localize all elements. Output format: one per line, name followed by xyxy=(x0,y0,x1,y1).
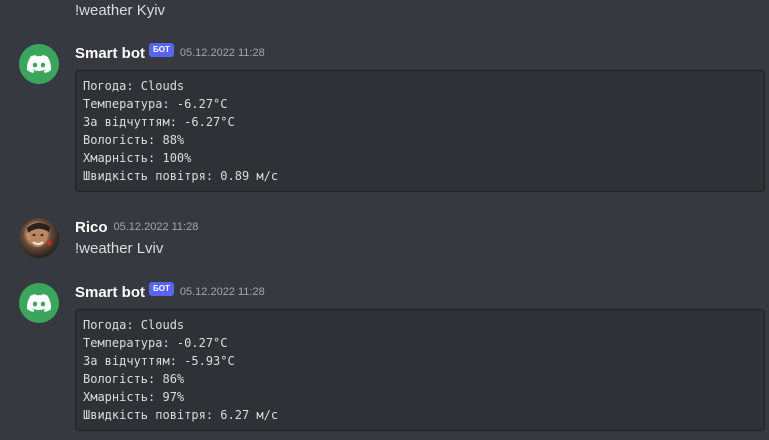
timestamp: 05.12.2022 11:28 xyxy=(179,47,265,59)
timestamp: 05.12.2022 11:28 xyxy=(179,286,265,298)
timestamp: 05.12.2022 11:28 xyxy=(113,221,199,233)
code-line: Хмарність: 100% xyxy=(83,151,192,165)
chat-message-list: !weather Kyiv Smart bot БОТ 05.12.2022 1… xyxy=(0,0,769,440)
code-block: Погода: Clouds Температура: -0.27°C За в… xyxy=(75,309,765,431)
discord-logo-icon xyxy=(27,294,51,312)
code-line: Хмарність: 97% xyxy=(83,390,185,404)
code-line: Швидкість повітря: 6.27 м/с xyxy=(83,408,279,422)
message-text: !weather Kyiv xyxy=(75,2,166,19)
code-line: Вологість: 86% xyxy=(83,372,185,386)
user-photo-avatar xyxy=(27,222,52,247)
code-line: Швидкість повітря: 0.89 м/с xyxy=(83,169,279,183)
bot-avatar[interactable] xyxy=(19,283,59,323)
discord-logo-icon xyxy=(27,55,51,73)
code-line: За відчуттям: -6.27°C xyxy=(83,115,235,129)
code-line: Погода: Clouds xyxy=(83,318,185,332)
message-header: Rico 05.12.2022 11:28 xyxy=(75,217,198,237)
code-line: Вологість: 88% xyxy=(83,133,185,147)
code-line: Погода: Clouds xyxy=(83,79,185,93)
code-block: Погода: Clouds Температура: -6.27°C За в… xyxy=(75,70,765,192)
bot-badge: БОТ xyxy=(149,43,174,57)
code-line: Температура: -0.27°C xyxy=(83,336,228,350)
code-line: За відчуттям: -5.93°C xyxy=(83,354,235,368)
user-avatar[interactable] xyxy=(19,218,59,258)
message-header: Smart bot БОТ 05.12.2022 11:28 xyxy=(75,43,265,63)
username[interactable]: Rico xyxy=(75,219,108,236)
bot-avatar[interactable] xyxy=(19,44,59,84)
code-line: Температура: -6.27°C xyxy=(83,97,228,111)
bot-badge: БОТ xyxy=(149,282,174,296)
message-text: !weather Lviv xyxy=(75,240,164,257)
message-header: Smart bot БОТ 05.12.2022 11:28 xyxy=(75,282,265,302)
username[interactable]: Smart bot xyxy=(75,284,145,301)
username[interactable]: Smart bot xyxy=(75,45,145,62)
